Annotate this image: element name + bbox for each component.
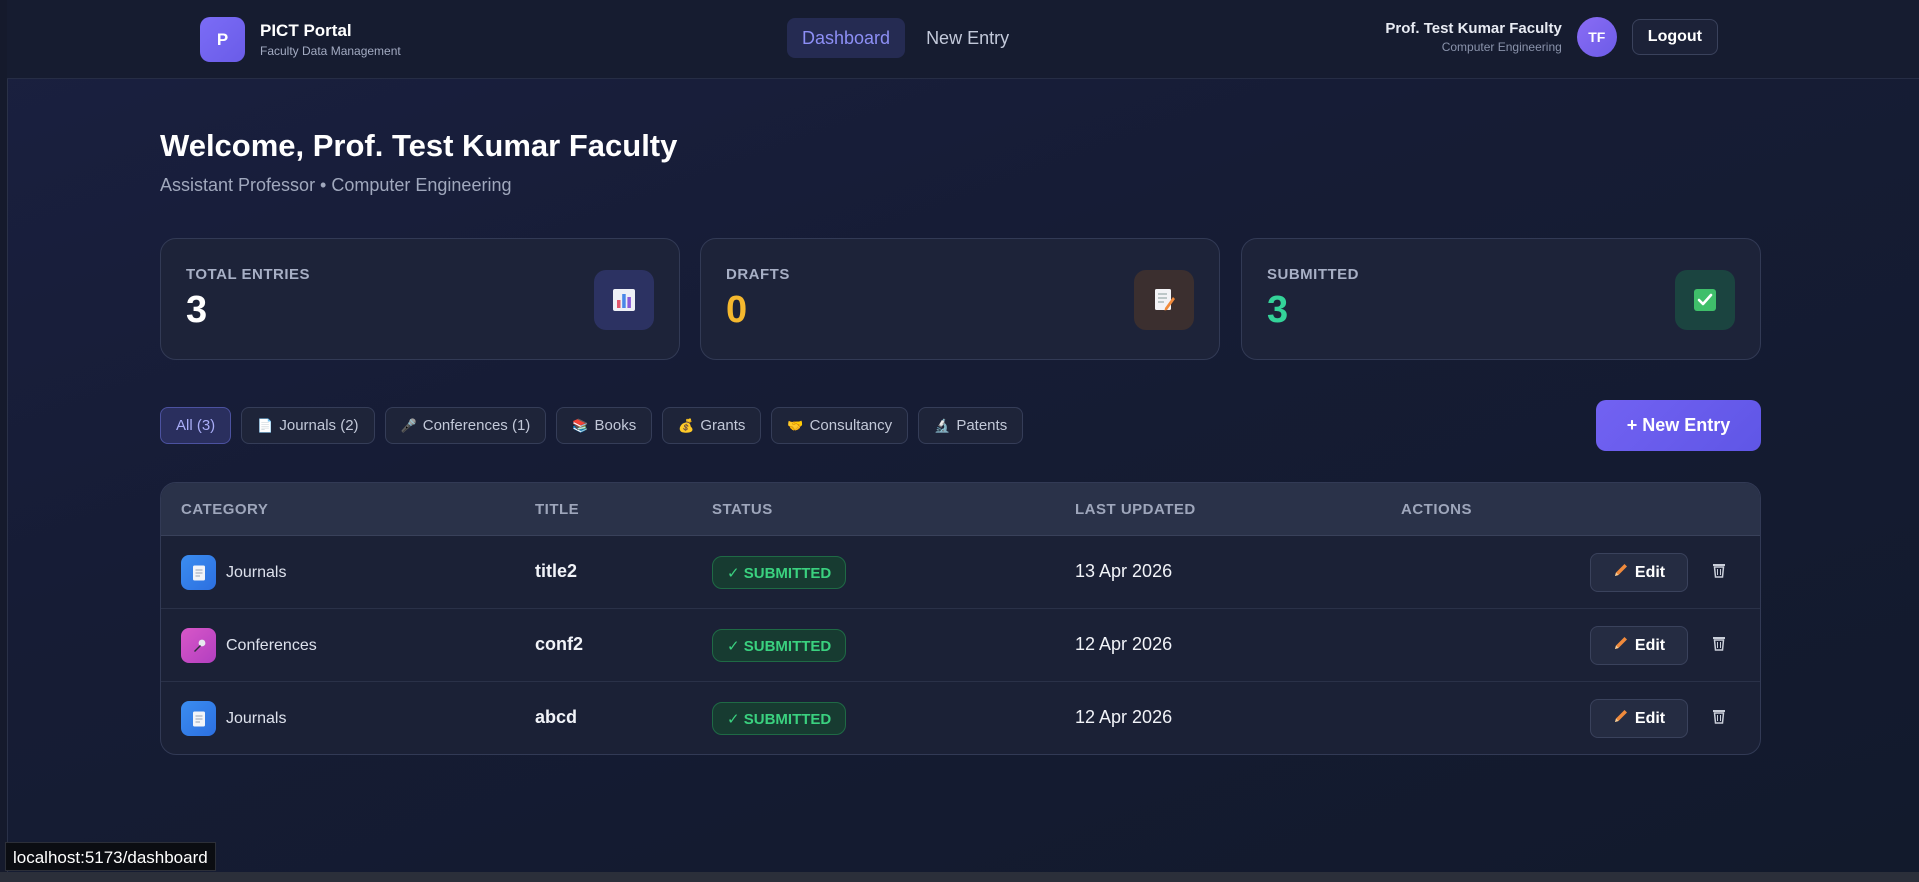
filter-label: Consultancy	[809, 417, 893, 434]
filter-label: Conferences (1)	[422, 417, 531, 434]
filter-grants[interactable]: 💰 Grants	[662, 407, 762, 444]
edit-button[interactable]: Edit	[1590, 553, 1688, 592]
books-icon: 📚	[572, 417, 589, 433]
journal-icon	[181, 701, 216, 736]
edit-button[interactable]: Edit	[1590, 626, 1688, 665]
entry-title: title2	[535, 561, 578, 581]
table-header: CATEGORY TITLE STATUS LAST UPDATED ACTIO…	[161, 483, 1760, 536]
microscope-icon: 🔬	[934, 417, 951, 433]
category-label: Conferences	[226, 636, 317, 654]
stat-label: SUBMITTED	[1267, 266, 1359, 283]
filter-label: Grants	[700, 417, 746, 434]
logout-button[interactable]: Logout	[1631, 19, 1718, 55]
nav-dashboard[interactable]: Dashboard	[787, 18, 906, 58]
edit-label: Edit	[1634, 636, 1666, 654]
top-navbar: P PICT Portal Faculty Data Management Da…	[7, 0, 1919, 79]
stat-card-submitted: SUBMITTED 3	[1241, 238, 1761, 360]
filter-label: All (3)	[176, 417, 216, 434]
check-box-icon	[1675, 270, 1735, 330]
table-row: Conferences conf2 ✓ SUBMITTED 12 Apr 202…	[161, 609, 1760, 682]
column-header-category: CATEGORY	[181, 501, 269, 518]
nav-new-entry[interactable]: New Entry	[911, 18, 1024, 58]
entry-title: conf2	[535, 634, 584, 654]
avatar[interactable]: TF	[1576, 17, 1617, 57]
stat-value: 3	[186, 289, 208, 331]
filter-label: Patents	[956, 417, 1008, 434]
column-header-actions: ACTIONS	[1401, 501, 1472, 518]
filter-conferences[interactable]: 🎤 Conferences (1)	[384, 407, 547, 444]
stat-value: 3	[1267, 289, 1289, 331]
edit-label: Edit	[1634, 709, 1666, 727]
filter-consultancy[interactable]: 🤝 Consultancy	[771, 407, 909, 444]
status-badge: ✓ SUBMITTED	[712, 629, 847, 662]
edit-label: Edit	[1634, 563, 1666, 581]
stat-value: 0	[726, 289, 748, 331]
user-menu: Prof. Test Kumar Faculty Computer Engine…	[1385, 17, 1718, 57]
brand-logo-icon: P	[200, 17, 245, 62]
filter-books[interactable]: 📚 Books	[556, 407, 653, 444]
last-updated: 12 Apr 2026	[1075, 707, 1173, 727]
user-department: Computer Engineering	[1441, 40, 1562, 54]
delete-button[interactable]	[1708, 634, 1730, 656]
trash-icon	[1712, 562, 1726, 583]
brand[interactable]: P PICT Portal Faculty Data Management	[200, 17, 401, 62]
main-nav: Dashboard New Entry	[787, 18, 1024, 58]
page-subtitle: Assistant Professor • Computer Engineeri…	[160, 175, 512, 195]
memo-pencil-icon	[1134, 270, 1194, 330]
category-label: Journals	[226, 563, 287, 581]
column-header-title: TITLE	[535, 501, 580, 518]
filter-label: Journals (2)	[279, 417, 359, 434]
entries-table: CATEGORY TITLE STATUS LAST UPDATED ACTIO…	[160, 482, 1761, 755]
bar-chart-icon	[594, 270, 654, 330]
column-header-status: STATUS	[712, 501, 773, 518]
microphone-icon: 🎤	[400, 417, 417, 433]
category-label: Journals	[226, 709, 287, 727]
column-header-last-updated: LAST UPDATED	[1075, 501, 1196, 518]
pencil-icon	[1613, 708, 1629, 729]
window-bottom-edge	[0, 872, 1919, 882]
pencil-icon	[1613, 635, 1629, 656]
journal-icon	[181, 555, 216, 590]
table-row: Journals title2 ✓ SUBMITTED 13 Apr 2026 …	[161, 536, 1760, 609]
category-cell: Journals	[181, 701, 286, 736]
brand-subtitle: Faculty Data Management	[260, 44, 401, 58]
stat-label: TOTAL ENTRIES	[186, 266, 311, 283]
table-row: Journals abcd ✓ SUBMITTED 12 Apr 2026 Ed…	[161, 682, 1760, 754]
edit-button[interactable]: Edit	[1590, 699, 1688, 738]
entry-title: abcd	[535, 707, 578, 727]
stat-label: DRAFTS	[726, 266, 790, 283]
journal-icon: 📄	[257, 417, 274, 433]
stat-card-drafts: DRAFTS 0	[700, 238, 1220, 360]
last-updated: 13 Apr 2026	[1075, 561, 1173, 581]
new-entry-button[interactable]: + New Entry	[1596, 400, 1761, 451]
page-title: Welcome, Prof. Test Kumar Faculty	[160, 128, 678, 163]
filter-label: Books	[594, 417, 637, 434]
microphone-icon	[181, 628, 216, 663]
trash-icon	[1712, 708, 1726, 729]
brand-title: PICT Portal	[260, 21, 352, 40]
filter-patents[interactable]: 🔬 Patents	[918, 407, 1024, 444]
trash-icon	[1712, 635, 1726, 656]
filter-journals[interactable]: 📄 Journals (2)	[241, 407, 375, 444]
handshake-icon: 🤝	[787, 417, 804, 433]
pencil-icon	[1613, 562, 1629, 583]
status-url-tooltip: localhost:5173/dashboard	[5, 842, 216, 871]
status-badge: ✓ SUBMITTED	[712, 702, 847, 735]
category-cell: Journals	[181, 555, 286, 590]
delete-button[interactable]	[1708, 707, 1730, 729]
delete-button[interactable]	[1708, 561, 1730, 583]
filter-all[interactable]: All (3)	[160, 407, 232, 444]
last-updated: 12 Apr 2026	[1075, 634, 1173, 654]
category-cell: Conferences	[181, 628, 317, 663]
stat-card-total-entries: TOTAL ENTRIES 3	[160, 238, 680, 360]
money-bag-icon: 💰	[678, 417, 695, 433]
status-badge: ✓ SUBMITTED	[712, 556, 847, 589]
user-name: Prof. Test Kumar Faculty	[1385, 20, 1562, 37]
category-filters: All (3) 📄 Journals (2) 🎤 Conferences (1)…	[160, 407, 1024, 444]
